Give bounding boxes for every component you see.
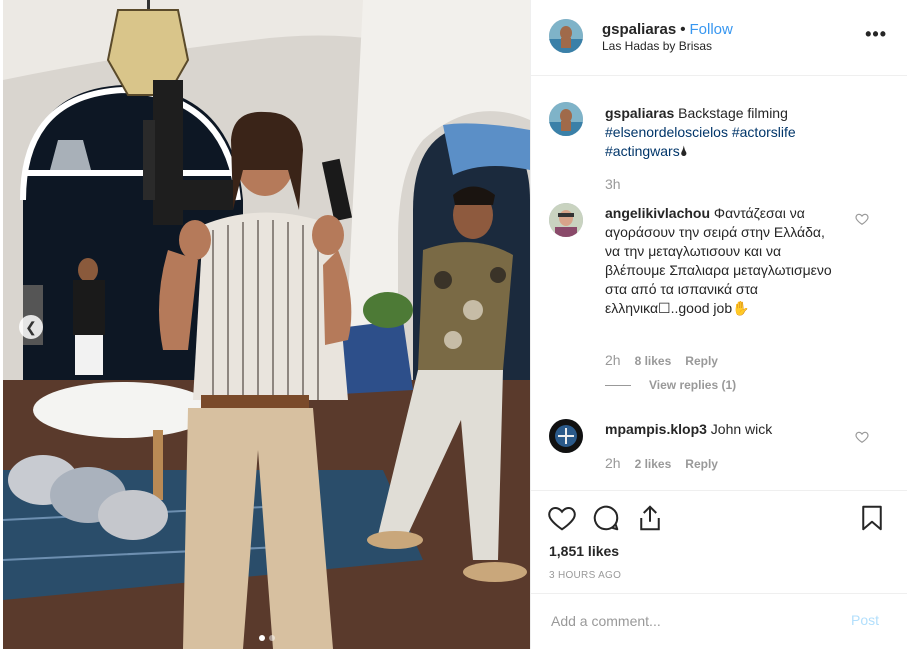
carousel-dot [268,635,275,641]
comment-composer: Post [531,593,907,649]
comment-username[interactable]: angelikivlachou [605,205,710,221]
comment-text: Φαντάζεσαι να αγοράσουν την σειρά στην Ε… [605,205,832,316]
chevron-left-icon: ❮ [25,318,37,335]
comment-username[interactable]: mpampis.klop3 [605,421,707,437]
caption-text: Backstage filming [674,105,788,121]
photo-illustration [3,0,530,649]
likes-count[interactable]: 1,851 likes [549,543,619,559]
avatar[interactable] [549,19,583,53]
post-side-panel: gspaliaras • Follow Las Hadas by Brisas ••… [530,0,907,649]
like-heart-icon[interactable] [547,503,577,533]
username-link[interactable]: gspaliaras [602,21,676,38]
carousel-dot [258,635,265,641]
share-icon[interactable] [635,503,665,533]
more-options-icon[interactable]: ••• [865,24,887,45]
add-comment-input[interactable] [549,608,823,634]
avatar[interactable] [549,102,583,136]
caption-username[interactable]: gspaliaras [605,105,674,121]
post-dialog: ❮ gspaliaras • Follow Las Hadas by Brisas … [0,0,907,649]
comment-text: John wick [706,421,773,437]
comment-likes[interactable]: 2 likes [635,457,672,471]
separator-dot: • [680,21,686,38]
comment-meta: 2h 2 likes Reply [605,455,718,471]
hashtag-link[interactable]: #elsenordeloscielos [605,124,728,140]
post-actions: 1,851 likes 3 HOURS AGO [531,490,907,593]
comment: mpampis.klop3 John wick [605,420,835,439]
view-replies-button[interactable]: View replies (1) [605,378,736,392]
hashtag-link[interactable]: #actorslife [732,124,796,140]
comment-likes[interactable]: 8 likes [635,354,672,368]
post-comment-button[interactable]: Post [851,612,879,628]
caption-time: 3h [605,176,621,192]
reply-button[interactable]: Reply [685,354,718,368]
caption-emoji: 🌢 [679,143,689,159]
avatar[interactable] [549,203,583,237]
comment-bubble-icon[interactable] [591,503,621,533]
comment: angelikivlachou Φαντάζεσαι να αγοράσουν … [605,204,835,318]
comments-list[interactable]: gspaliaras Backstage filming #elsenordel… [531,76,907,490]
reply-button[interactable]: Reply [685,457,718,471]
avatar[interactable] [549,419,583,453]
like-comment-heart-icon[interactable] [855,212,869,226]
comment-time: 2h [605,352,621,368]
bookmark-icon[interactable] [857,503,887,533]
post-caption: gspaliaras Backstage filming #elsenordel… [605,104,835,161]
carousel-indicator [3,635,530,641]
comment-time: 2h [605,455,621,471]
view-replies-label: View replies (1) [649,378,737,392]
post-photo[interactable]: ❮ [3,0,530,649]
previous-photo-button[interactable]: ❮ [19,315,43,339]
follow-button[interactable]: Follow [689,21,732,38]
hashtag-link[interactable]: #actingwars [605,143,680,159]
post-author: gspaliaras • Follow [602,21,733,38]
post-header: gspaliaras • Follow Las Hadas by Brisas ••… [531,0,907,76]
comment-meta: 2h 8 likes Reply [605,352,718,368]
divider [605,384,631,386]
like-comment-heart-icon[interactable] [855,430,869,444]
location-link[interactable]: Las Hadas by Brisas [602,39,712,53]
post-timestamp: 3 HOURS AGO [549,570,622,581]
